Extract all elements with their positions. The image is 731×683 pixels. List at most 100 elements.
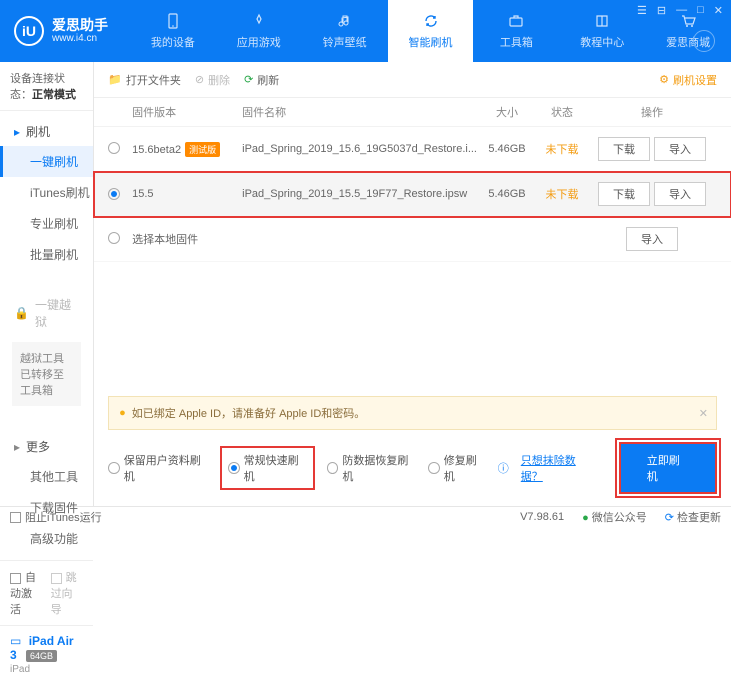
download-button[interactable]: 下载 (598, 182, 650, 206)
open-folder-button[interactable]: 📁打开文件夹 (108, 72, 181, 88)
download-ring-icon[interactable] (693, 30, 715, 52)
music-icon (336, 12, 354, 30)
nav-my-device[interactable]: 我的设备 (130, 0, 216, 62)
nav-label: 我的设备 (151, 34, 195, 50)
maximize-icon[interactable]: □ (697, 4, 704, 17)
fw-size: 5.46GB (477, 143, 537, 155)
import-button[interactable]: 导入 (654, 182, 706, 206)
appleid-notice: ● 如已绑定 Apple ID，请准备好 Apple ID和密码。 ✕ (108, 396, 717, 430)
th-version: 固件版本 (132, 104, 242, 120)
nav-label: 铃声壁纸 (323, 34, 367, 50)
version-label: V7.98.61 (520, 511, 564, 523)
sidebar-item-batch[interactable]: 批量刷机 (0, 239, 93, 270)
lock-icon: 🔒 (14, 306, 29, 320)
table-header: 固件版本 固件名称 大小 状态 操作 (94, 98, 731, 127)
update-icon: ⟳ (665, 512, 674, 524)
sidebar-item-itunes[interactable]: iTunes刷机 (0, 177, 93, 208)
menu-icon[interactable]: ☰ (637, 4, 647, 17)
connection-status: 设备连接状态：正常模式 (0, 62, 93, 111)
device-info[interactable]: ▭ iPad Air 3 64GB iPad (0, 625, 93, 683)
local-firmware-row[interactable]: 选择本地固件 导入 (94, 217, 731, 262)
import-button[interactable]: 导入 (654, 137, 706, 161)
gear-icon: ⚙ (659, 73, 669, 86)
nav-label: 应用游戏 (237, 34, 281, 50)
close-icon[interactable]: ✕ (714, 4, 723, 17)
sidebar-item-advanced[interactable]: 高级功能 (0, 523, 93, 554)
local-label: 选择本地固件 (132, 231, 587, 247)
flash-options: 保留用户资料刷机 常规快速刷机 防数据恢复刷机 修复刷机 ⓘ 只想抹除数据？ 立… (94, 430, 731, 506)
book-icon (593, 12, 611, 30)
th-ops: 操作 (587, 104, 717, 120)
opt-antirecover[interactable]: 防数据恢复刷机 (327, 452, 416, 484)
nav-label: 工具箱 (500, 34, 533, 50)
minimize-icon[interactable]: — (676, 4, 687, 17)
wechat-link[interactable]: ●微信公众号 (582, 509, 647, 525)
check-update-link[interactable]: ⟳检查更新 (665, 509, 721, 525)
nav-ringtones[interactable]: 铃声壁纸 (302, 0, 388, 62)
opt-normal-flash[interactable]: 常规快速刷机 (220, 446, 315, 490)
toolbox-icon (507, 12, 525, 30)
row-radio[interactable] (108, 142, 120, 154)
download-button[interactable]: 下载 (598, 137, 650, 161)
jailbreak-note: 越狱工具已转移至工具箱 (12, 342, 81, 406)
nav-label: 智能刷机 (409, 34, 453, 50)
nav-toolbox[interactable]: 工具箱 (473, 0, 559, 62)
nav-apps[interactable]: 应用游戏 (216, 0, 302, 62)
fw-status: 未下载 (537, 186, 587, 202)
chevron-icon: ▸ (14, 440, 20, 454)
pin-icon[interactable]: ⊟ (657, 4, 666, 17)
sidebar-group-jailbreak[interactable]: 🔒一键越狱 (0, 290, 93, 336)
th-size: 大小 (477, 104, 537, 120)
logo-icon: iU (14, 16, 44, 46)
auto-activate-checkbox[interactable]: 自动激活 (10, 569, 43, 617)
warning-icon: ● (119, 407, 126, 419)
block-itunes-checkbox[interactable]: 阻止iTunes运行 (10, 509, 102, 525)
sidebar-item-oneclick[interactable]: 一键刷机 (0, 146, 93, 177)
delete-button[interactable]: ⊘删除 (195, 72, 230, 88)
flash-settings-button[interactable]: ⚙刷机设置 (659, 72, 717, 88)
erase-only-link[interactable]: 只想抹除数据？ (521, 452, 595, 484)
brand-url: www.i4.cn (52, 33, 108, 45)
sidebar-item-pro[interactable]: 专业刷机 (0, 208, 93, 239)
statusbar: 阻止iTunes运行 V7.98.61 ●微信公众号 ⟳检查更新 (0, 506, 731, 526)
firmware-row[interactable]: 15.5 iPad_Spring_2019_15.5_19F77_Restore… (94, 172, 731, 217)
refresh-button[interactable]: ⟳刷新 (244, 72, 279, 88)
notice-close[interactable]: ✕ (699, 407, 708, 420)
fw-name: iPad_Spring_2019_15.5_19F77_Restore.ipsw (242, 188, 477, 200)
device-type: iPad (10, 664, 83, 675)
main-panel: 📁打开文件夹 ⊘删除 ⟳刷新 ⚙刷机设置 固件版本 固件名称 大小 状态 操作 … (94, 62, 731, 506)
apps-icon (250, 12, 268, 30)
skip-guide-checkbox[interactable]: 跳过向导 (51, 569, 84, 617)
th-status: 状态 (537, 104, 587, 120)
firmware-row[interactable]: 15.6beta2测试版 iPad_Spring_2019_15.6_19G50… (94, 127, 731, 172)
help-icon[interactable]: ⓘ (498, 460, 509, 476)
opt-keep-data[interactable]: 保留用户资料刷机 (108, 452, 208, 484)
fw-name: iPad_Spring_2019_15.6_19G5037d_Restore.i… (242, 143, 477, 155)
nav-label: 教程中心 (580, 34, 624, 50)
th-name: 固件名称 (242, 104, 477, 120)
sidebar-item-othertools[interactable]: 其他工具 (0, 461, 93, 492)
row-radio[interactable] (108, 232, 120, 244)
sidebar-group-flash[interactable]: ▸刷机 (0, 117, 93, 146)
phone-icon (164, 12, 182, 30)
device-storage: 64GB (26, 650, 57, 662)
sidebar: 设备连接状态：正常模式 ▸刷机 一键刷机 iTunes刷机 专业刷机 批量刷机 … (0, 62, 94, 506)
sidebar-options: 自动激活 跳过向导 (0, 560, 93, 625)
logo: iU 爱思助手 www.i4.cn (0, 0, 130, 62)
square-icon: ▸ (14, 125, 20, 139)
nav-flash[interactable]: 智能刷机 (388, 0, 474, 62)
opt-repair[interactable]: 修复刷机 (428, 452, 486, 484)
toolbar: 📁打开文件夹 ⊘删除 ⟳刷新 ⚙刷机设置 (94, 62, 731, 98)
flash-now-button[interactable]: 立即刷机 (619, 442, 717, 494)
row-radio[interactable] (108, 188, 120, 200)
refresh-icon: ⟳ (244, 73, 253, 86)
refresh-icon (422, 12, 440, 30)
titlebar: iU 爱思助手 www.i4.cn 我的设备 应用游戏 铃声壁纸 智能刷机 工具… (0, 0, 731, 62)
sidebar-group-more[interactable]: ▸更多 (0, 432, 93, 461)
beta-tag: 测试版 (185, 142, 220, 157)
nav-tutorials[interactable]: 教程中心 (559, 0, 645, 62)
wechat-icon: ● (582, 512, 589, 524)
import-button[interactable]: 导入 (626, 227, 678, 251)
fw-status: 未下载 (537, 141, 587, 157)
folder-icon: 📁 (108, 73, 122, 86)
